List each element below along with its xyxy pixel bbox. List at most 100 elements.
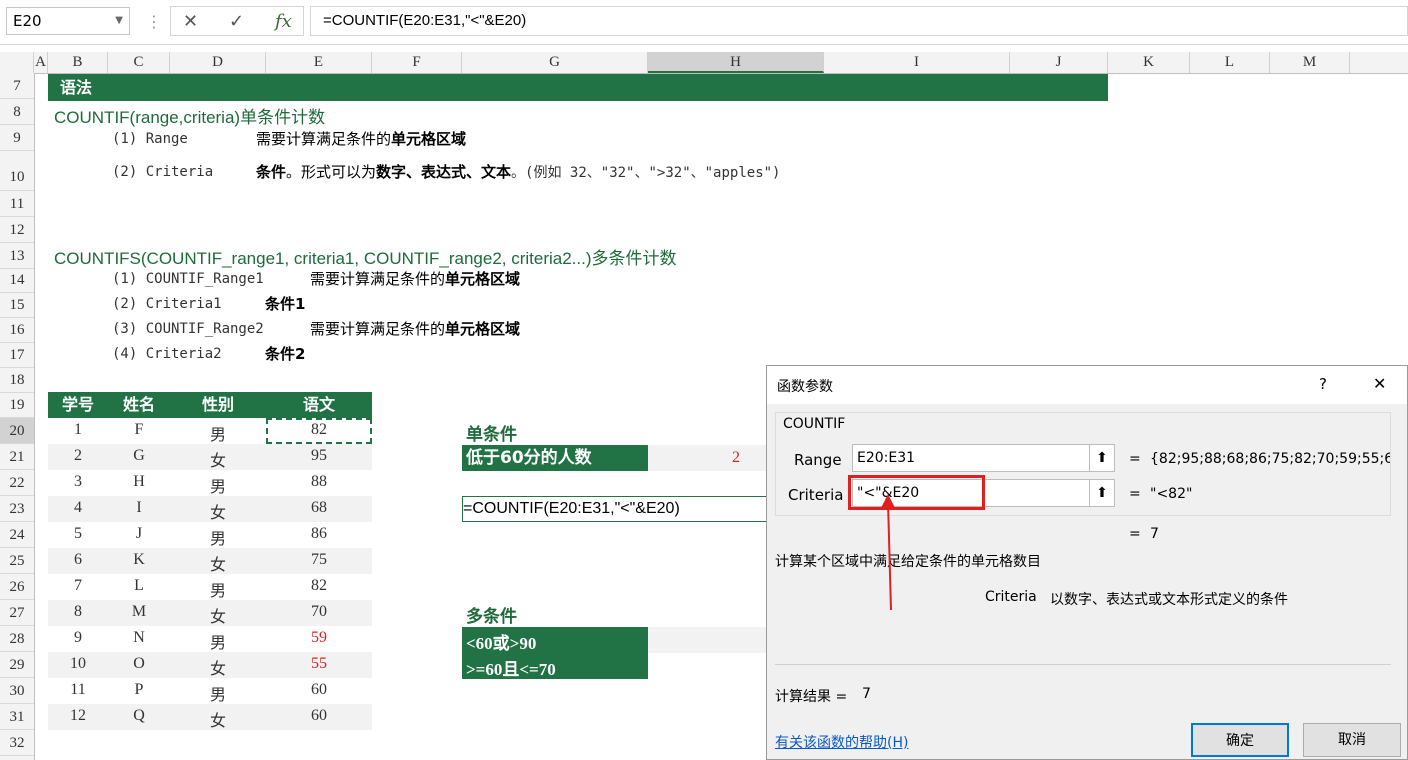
row-26[interactable]: 26 xyxy=(0,574,34,600)
row-15[interactable]: 15 xyxy=(0,292,34,318)
table-cell-gender[interactable]: 男 xyxy=(170,629,266,653)
row-11[interactable]: 11 xyxy=(0,191,34,217)
table-cell-gender[interactable]: 男 xyxy=(170,473,266,497)
table-cell-gender[interactable]: 女 xyxy=(170,707,266,731)
table-cell-id[interactable]: 2 xyxy=(48,447,108,465)
selected-cell-e20[interactable] xyxy=(266,418,372,444)
table-cell-score[interactable]: 59 xyxy=(266,629,372,647)
close-icon[interactable]: ✕ xyxy=(1373,374,1386,393)
chevron-down-icon[interactable]: ▼ xyxy=(115,8,123,34)
column-b[interactable]: B xyxy=(48,52,108,73)
table-cell-name[interactable]: H xyxy=(108,473,170,491)
help-link[interactable]: 有关该函数的帮助(H) xyxy=(775,732,908,752)
table-cell-id[interactable]: 5 xyxy=(48,525,108,543)
select-all-corner[interactable] xyxy=(0,52,34,73)
row-24[interactable]: 24 xyxy=(0,522,34,548)
table-cell-id[interactable]: 1 xyxy=(48,421,108,439)
formula-input[interactable]: =COUNTIF(E20:E31,"<"&E20) xyxy=(310,6,1408,36)
table-cell-score[interactable]: 95 xyxy=(266,447,372,465)
table-cell-gender[interactable]: 男 xyxy=(170,681,266,705)
row-32[interactable]: 32 xyxy=(0,730,34,756)
table-cell-gender[interactable]: 女 xyxy=(170,655,266,679)
range-input[interactable]: E20:E31 xyxy=(852,444,1090,472)
row-16[interactable]: 16 xyxy=(0,317,34,343)
table-cell-score[interactable]: 70 xyxy=(266,603,372,621)
fx-icon[interactable]: fx xyxy=(275,11,292,32)
row-23[interactable]: 23 xyxy=(0,496,34,522)
table-cell-name[interactable]: G xyxy=(108,447,170,465)
column-d[interactable]: D xyxy=(170,52,266,73)
editing-formula-cell[interactable]: =COUNTIF(E20:E31,"<"&E20) xyxy=(462,496,768,522)
table-cell-id[interactable]: 4 xyxy=(48,499,108,517)
table-cell-gender[interactable]: 女 xyxy=(170,499,266,523)
row-19[interactable]: 19 xyxy=(0,392,34,418)
row-12[interactable]: 12 xyxy=(0,217,34,243)
table-cell-score[interactable]: 88 xyxy=(266,473,372,491)
row-21[interactable]: 21 xyxy=(0,444,34,470)
row-27[interactable]: 27 xyxy=(0,600,34,626)
column-m[interactable]: M xyxy=(1270,52,1350,73)
column-a[interactable]: A xyxy=(34,52,48,73)
table-cell-id[interactable]: 12 xyxy=(48,707,108,725)
help-icon[interactable]: ? xyxy=(1319,375,1327,393)
column-f[interactable]: F xyxy=(372,52,462,73)
name-box[interactable]: E20 ▼ xyxy=(6,7,130,35)
criteria-collapse-icon[interactable]: ⬆ xyxy=(1089,479,1115,507)
row-30[interactable]: 30 xyxy=(0,678,34,704)
table-cell-gender[interactable]: 女 xyxy=(170,603,266,627)
table-cell-score[interactable]: 60 xyxy=(266,707,372,725)
table-cell-score[interactable]: 68 xyxy=(266,499,372,517)
table-cell-gender[interactable]: 女 xyxy=(170,551,266,575)
range-collapse-icon[interactable]: ⬆ xyxy=(1089,444,1115,472)
table-cell-name[interactable]: F xyxy=(108,421,170,439)
row-31[interactable]: 31 xyxy=(0,704,34,730)
row-8[interactable]: 8 xyxy=(0,99,34,125)
table-cell-name[interactable]: N xyxy=(108,629,170,647)
table-cell-id[interactable]: 3 xyxy=(48,473,108,491)
row-20[interactable]: 20 xyxy=(0,418,34,444)
multi-value-cell-1[interactable] xyxy=(648,627,768,653)
row-14[interactable]: 14 xyxy=(0,267,34,293)
column-i[interactable]: I xyxy=(824,52,1010,73)
table-cell-name[interactable]: I xyxy=(108,499,170,517)
table-cell-name[interactable]: K xyxy=(108,551,170,569)
column-k[interactable]: K xyxy=(1108,52,1190,73)
table-cell-name[interactable]: J xyxy=(108,525,170,543)
table-cell-gender[interactable]: 男 xyxy=(170,421,266,445)
table-cell-name[interactable]: L xyxy=(108,577,170,595)
cancel-button[interactable]: 取消 xyxy=(1303,723,1401,757)
table-cell-id[interactable]: 9 xyxy=(48,629,108,647)
row-18[interactable]: 18 xyxy=(0,367,34,393)
table-cell-name[interactable]: M xyxy=(108,603,170,621)
table-cell-id[interactable]: 7 xyxy=(48,577,108,595)
column-l[interactable]: L xyxy=(1190,52,1270,73)
column-g[interactable]: G xyxy=(462,52,648,73)
single-value-cell[interactable] xyxy=(648,445,768,471)
row-22[interactable]: 22 xyxy=(0,470,34,496)
row-29[interactable]: 29 xyxy=(0,652,34,678)
table-cell-score[interactable]: 82 xyxy=(266,577,372,595)
table-cell-gender[interactable]: 男 xyxy=(170,577,266,601)
column-h[interactable]: H xyxy=(648,52,824,73)
table-cell-score[interactable]: 55 xyxy=(266,655,372,673)
cancel-icon[interactable]: ✕ xyxy=(183,11,198,32)
row-9[interactable]: 9 xyxy=(0,125,34,151)
table-cell-id[interactable]: 11 xyxy=(48,681,108,699)
row-13[interactable]: 13 xyxy=(0,243,34,269)
table-cell-id[interactable]: 8 xyxy=(48,603,108,621)
row-25[interactable]: 25 xyxy=(0,548,34,574)
table-cell-score[interactable]: 60 xyxy=(266,681,372,699)
row-10[interactable]: 10 xyxy=(0,151,34,191)
table-cell-name[interactable]: Q xyxy=(108,707,170,725)
table-cell-id[interactable]: 10 xyxy=(48,655,108,673)
column-e[interactable]: E xyxy=(266,52,372,73)
row-28[interactable]: 28 xyxy=(0,626,34,652)
column-c[interactable]: C xyxy=(108,52,170,73)
column-j[interactable]: J xyxy=(1010,52,1108,73)
table-cell-name[interactable]: P xyxy=(108,681,170,699)
ok-button[interactable]: 确定 xyxy=(1191,723,1289,757)
table-cell-score[interactable]: 86 xyxy=(266,525,372,543)
table-cell-gender[interactable]: 男 xyxy=(170,525,266,549)
table-cell-name[interactable]: O xyxy=(108,655,170,673)
table-cell-id[interactable]: 6 xyxy=(48,551,108,569)
